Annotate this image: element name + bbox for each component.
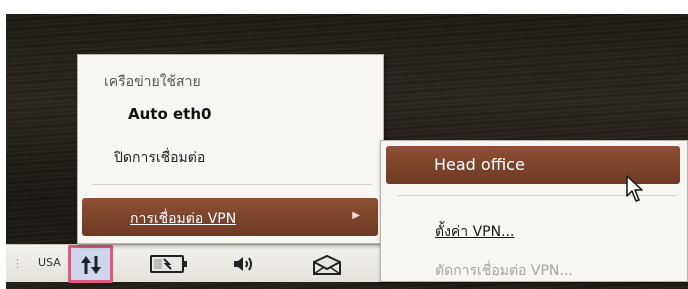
volume-icon[interactable] <box>232 254 260 278</box>
vpn-submenu: Head office ตั้งค่า VPN... ตัดการเชื่อมต… <box>380 140 688 282</box>
connection-auto-eth0[interactable]: Auto eth0 <box>128 105 211 123</box>
network-applet-button[interactable] <box>68 245 113 283</box>
submenu-arrow-icon: ▶ <box>352 210 360 221</box>
configure-vpn-item[interactable]: ตั้งค่า VPN... <box>435 221 514 243</box>
vpn-head-office-label: Head office <box>434 155 525 174</box>
top-margin <box>0 0 688 14</box>
panel-drag-handle[interactable]: ⋮ <box>12 257 23 270</box>
disconnect-vpn-item: ตัดการเชื่อมต่อ VPN... <box>435 263 573 279</box>
network-updown-icon <box>81 256 101 274</box>
vpn-connections-item[interactable]: การเชื่อมต่อ VPN ▶ <box>82 198 378 236</box>
mail-icon[interactable] <box>312 254 342 280</box>
battery-charging-icon[interactable] <box>150 254 190 278</box>
keyboard-layout-indicator[interactable]: USA <box>38 256 61 269</box>
menu-separator <box>92 184 372 185</box>
vpn-connections-label: การเชื่อมต่อ VPN <box>130 211 237 227</box>
network-menu: เครือข่ายใช้สาย Auto eth0 ปิดการเชื่อมต่… <box>77 54 384 244</box>
wired-network-header: เครือข่ายใช้สาย <box>104 74 201 90</box>
mouse-cursor-icon <box>625 174 645 208</box>
disconnect-item[interactable]: ปิดการเชื่อมต่อ <box>114 147 205 169</box>
